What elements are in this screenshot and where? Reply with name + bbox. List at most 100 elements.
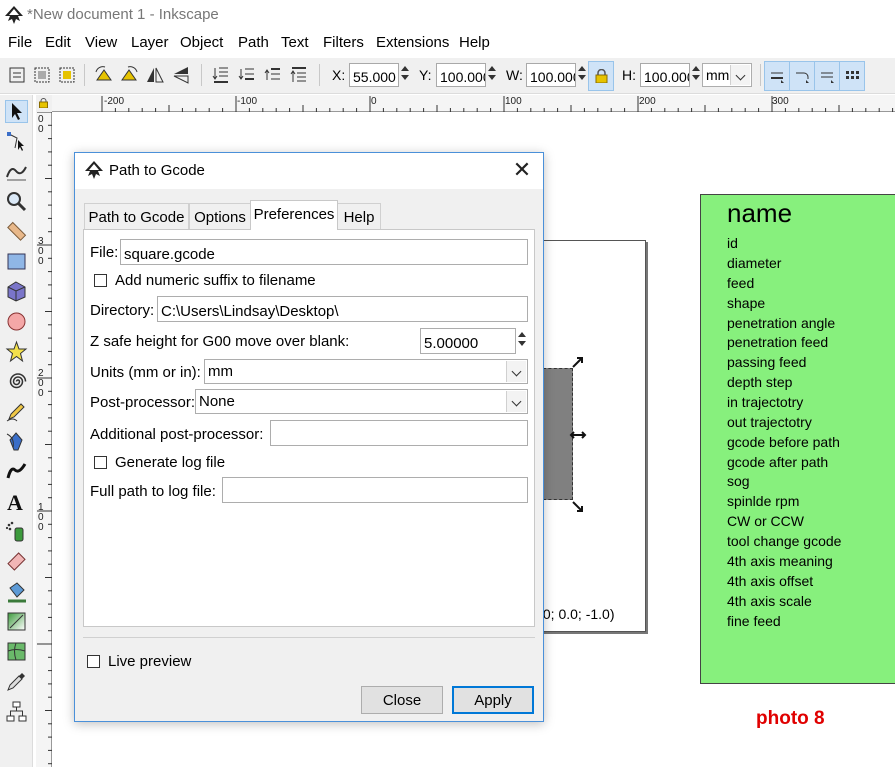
x-spinner[interactable] [399, 63, 411, 87]
gradient-tool[interactable] [5, 610, 28, 633]
tab-path-to-gcode[interactable]: Path to Gcode [84, 203, 189, 229]
w-spinner[interactable] [576, 63, 588, 87]
chevron-down-icon [506, 361, 526, 382]
log-path-input[interactable] [222, 477, 528, 503]
inkscape-logo-icon [5, 6, 23, 24]
dialog-close-button[interactable]: ✕ [510, 158, 534, 182]
close-icon: ✕ [512, 157, 532, 182]
connector-tool[interactable] [5, 700, 28, 723]
deselect-icon[interactable] [56, 64, 78, 86]
rotate-cw-icon[interactable] [118, 64, 140, 86]
name-list-item: shape [727, 295, 766, 311]
text-tool[interactable]: A [5, 490, 28, 515]
menu-filters[interactable]: Filters [323, 34, 364, 51]
tab-options[interactable]: Options [189, 203, 251, 229]
apply-button[interactable]: Apply [452, 686, 534, 714]
z-safe-height-spinner[interactable] [516, 329, 528, 353]
menu-text[interactable]: Text [281, 34, 309, 51]
name-list-item: tool change gcode [727, 533, 842, 549]
w-input[interactable] [526, 63, 576, 87]
ruler-label: -200 [104, 96, 125, 107]
flip-horizontal-icon[interactable] [144, 64, 166, 86]
menu-edit[interactable]: Edit [45, 34, 71, 51]
post-processor-select-value: None [199, 393, 235, 410]
x-label: X: [332, 67, 346, 83]
tab-preferences[interactable]: Preferences [250, 200, 338, 230]
menu-help[interactable]: Help [459, 34, 490, 51]
directory-input[interactable] [157, 296, 528, 322]
tweak-icon [6, 166, 27, 181]
rectangle-tool[interactable] [5, 250, 28, 273]
3d-box-tool[interactable] [5, 280, 28, 303]
lower-to-bottom-icon[interactable] [210, 64, 232, 86]
zoom-tool[interactable] [5, 190, 28, 213]
menu-path[interactable]: Path [238, 34, 269, 51]
menu-extensions[interactable]: Extensions [376, 34, 449, 51]
vertical-ruler[interactable]: 0 0 3 0 0 2 0 0 1 0 0 [36, 112, 52, 767]
select-all-icon[interactable] [6, 64, 28, 86]
name-list-item: CW or CCW [727, 513, 804, 529]
x-input[interactable] [349, 63, 399, 87]
menu-layer[interactable]: Layer [131, 34, 169, 51]
scale-stroke-button[interactable] [764, 61, 790, 91]
generate-log-checkbox[interactable] [94, 456, 107, 469]
pencil-tool[interactable] [5, 400, 28, 423]
ellipse-tool[interactable] [5, 310, 28, 333]
tool-panel: A [0, 95, 33, 767]
name-list-item: gcode after path [727, 454, 829, 470]
y-input[interactable] [436, 63, 486, 87]
close-button[interactable]: Close [361, 686, 443, 714]
z-safe-height-input[interactable] [420, 328, 516, 354]
h-spinner[interactable] [690, 63, 702, 87]
live-preview-checkbox[interactable] [87, 655, 100, 668]
dropper-tool[interactable] [5, 670, 28, 693]
star-tool[interactable] [5, 340, 28, 363]
pen-tool[interactable] [5, 430, 28, 453]
additional-post-processor-input[interactable] [270, 420, 528, 446]
spray-can-icon [5, 521, 24, 542]
tab-help[interactable]: Help [337, 203, 381, 229]
menu-file[interactable]: File [8, 34, 32, 51]
numeric-suffix-checkbox[interactable] [94, 274, 107, 287]
spray-tool[interactable] [5, 520, 28, 543]
additional-post-processor-label: Additional post-processor: [90, 426, 264, 443]
ruler-label: 0 [38, 522, 44, 533]
units-select[interactable]: mm [204, 359, 528, 384]
unit-select[interactable]: mm [702, 63, 752, 87]
transform-gradients-icon [821, 72, 834, 83]
selector-tool[interactable] [5, 100, 28, 123]
resize-handle-se-icon[interactable] [570, 499, 586, 515]
resize-handle-ne-icon[interactable] [570, 354, 586, 370]
select-all-layers-icon[interactable] [31, 64, 53, 86]
lock-icon [39, 98, 48, 108]
lower-icon[interactable] [236, 64, 258, 86]
toolbar-separator [760, 64, 761, 86]
toolbar-separator [319, 64, 320, 86]
raise-to-top-icon[interactable] [288, 64, 310, 86]
post-processor-select[interactable]: None [195, 389, 528, 414]
post-processor-label: Post-processor: [90, 394, 196, 411]
mesh-tool[interactable] [5, 640, 28, 663]
menu-object[interactable]: Object [180, 34, 223, 51]
measure-tool[interactable] [5, 220, 28, 243]
tweak-tool[interactable] [5, 159, 28, 182]
spiral-tool[interactable] [5, 370, 28, 393]
units-select-value: mm [208, 363, 233, 380]
y-spinner[interactable] [486, 63, 498, 87]
menu-view[interactable]: View [85, 34, 117, 51]
resize-handle-e-icon[interactable] [569, 428, 587, 442]
transform-patterns-button[interactable] [839, 61, 865, 91]
eraser-tool[interactable] [5, 550, 28, 573]
scale-corners-button[interactable] [789, 61, 815, 91]
file-input[interactable] [120, 239, 528, 265]
rotate-ccw-icon[interactable] [93, 64, 115, 86]
node-tool[interactable] [5, 130, 28, 153]
horizontal-ruler[interactable]: -200 -100 0 100 200 300 [52, 95, 895, 112]
lock-proportions-button[interactable] [588, 61, 614, 91]
raise-icon[interactable] [262, 64, 284, 86]
transform-gradients-button[interactable] [814, 61, 840, 91]
flip-vertical-icon[interactable] [170, 64, 192, 86]
paint-bucket-tool[interactable] [5, 580, 28, 603]
calligraphy-tool[interactable] [5, 460, 28, 483]
h-input[interactable] [640, 63, 690, 87]
